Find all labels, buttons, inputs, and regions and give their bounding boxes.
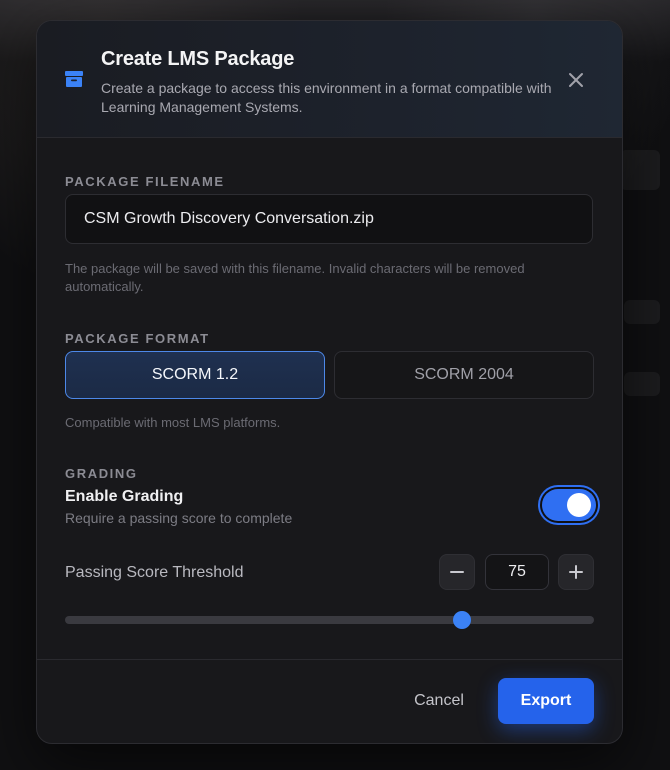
format-helper-text: Compatible with most LMS platforms. <box>65 415 281 430</box>
filename-helper-text: The package will be saved with this file… <box>65 261 525 294</box>
format-option-scorm-1-2[interactable]: SCORM 1.2 <box>65 351 325 399</box>
minus-icon <box>450 571 464 573</box>
dialog-subtitle: Create a package to access this environm… <box>101 80 552 115</box>
archive-box-icon <box>65 71 83 87</box>
slider-thumb[interactable] <box>452 611 471 629</box>
format-option-scorm-2004[interactable]: SCORM 2004 <box>334 351 594 399</box>
footer-divider <box>37 659 622 660</box>
background-app-element <box>624 372 660 396</box>
passing-score-input[interactable] <box>485 554 549 590</box>
grading-section-label: GRADING <box>65 466 138 481</box>
passing-score-slider[interactable] <box>65 611 594 629</box>
passing-score-threshold-label: Passing Score Threshold <box>65 564 244 581</box>
dialog-header: Create LMS Package Create a package to a… <box>37 21 622 138</box>
toggle-knob <box>567 493 591 517</box>
enable-grading-description: Require a passing score to complete <box>65 510 293 526</box>
enable-grading-label: Enable Grading <box>65 488 184 505</box>
plus-icon <box>569 565 583 579</box>
dialog-title: Create LMS Package <box>101 48 295 70</box>
export-button[interactable]: Export <box>498 678 594 724</box>
package-format-label: PACKAGE FORMAT <box>65 331 210 346</box>
cancel-button[interactable]: Cancel <box>399 681 479 721</box>
enable-grading-toggle[interactable] <box>542 489 596 521</box>
background-app-element <box>620 150 660 190</box>
decrement-score-button[interactable] <box>439 554 475 590</box>
package-filename-input[interactable] <box>65 194 593 244</box>
close-icon <box>569 73 583 87</box>
background-app-element <box>624 300 660 324</box>
increment-score-button[interactable] <box>558 554 594 590</box>
package-filename-label: PACKAGE FILENAME <box>65 174 225 189</box>
create-lms-package-dialog: Create LMS Package Create a package to a… <box>36 20 623 744</box>
close-button[interactable] <box>561 65 591 95</box>
